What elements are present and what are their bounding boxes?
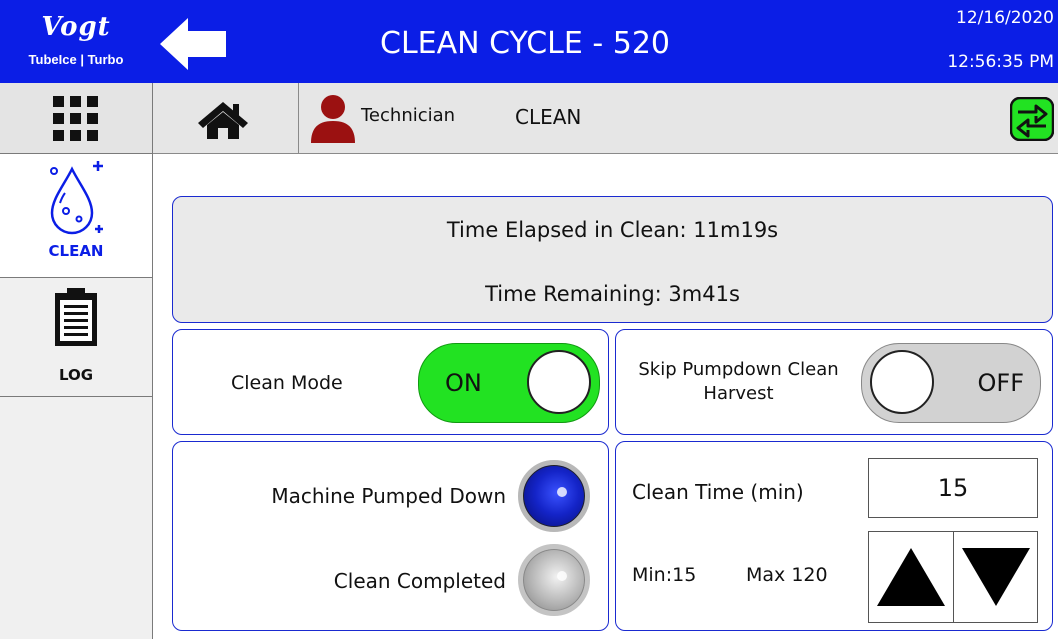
date-display: 12/16/2020 bbox=[956, 8, 1054, 28]
skip-pumpdown-state: OFF bbox=[977, 369, 1025, 397]
logo-brand: Vogt bbox=[41, 12, 111, 42]
switch-screen-button[interactable] bbox=[1009, 96, 1055, 142]
nav-label-clean: CLEAN bbox=[48, 242, 104, 260]
water-drop-icon bbox=[50, 161, 103, 235]
time-display: 12:56:35 PM bbox=[947, 52, 1054, 72]
clean-completed-label: Clean Completed bbox=[333, 569, 506, 593]
logo-tagline: TubeIce | Turbo bbox=[28, 52, 124, 67]
grid-menu-icon bbox=[53, 96, 98, 141]
clean-completed-indicator bbox=[518, 544, 590, 616]
clean-time-max: Max 120 bbox=[746, 564, 828, 586]
user-icon bbox=[311, 95, 355, 143]
page-title: CLEAN CYCLE - 520 bbox=[380, 26, 670, 61]
clean-mode-panel: Clean Mode ON bbox=[172, 329, 609, 435]
skip-pumpdown-label-line1: Skip Pumpdown Clean bbox=[638, 359, 839, 380]
home-button[interactable] bbox=[197, 101, 249, 139]
home-icon bbox=[198, 102, 248, 139]
nav-item-clean[interactable]: CLEAN bbox=[0, 154, 152, 278]
clean-time-min: Min:15 bbox=[632, 564, 697, 586]
user-role: Technician bbox=[361, 105, 456, 126]
back-arrow-button[interactable] bbox=[160, 18, 226, 70]
divider bbox=[298, 83, 299, 153]
clean-mode-state: ON bbox=[445, 369, 482, 397]
time-remaining: Time Remaining: 3m41s bbox=[485, 282, 740, 306]
clean-time-label: Clean Time (min) bbox=[632, 480, 804, 504]
swap-arrows-icon bbox=[1009, 96, 1055, 142]
skip-pumpdown-label-line2: Harvest bbox=[703, 383, 774, 404]
clean-time-input[interactable]: 15 bbox=[868, 458, 1038, 518]
machine-pumped-down-label: Machine Pumped Down bbox=[271, 484, 506, 508]
indicator-highlight bbox=[557, 571, 567, 581]
increase-button[interactable] bbox=[869, 532, 954, 622]
clean-time-stepper bbox=[868, 531, 1038, 623]
nav-item-log[interactable]: LOG bbox=[0, 278, 152, 397]
sub-header-bar: Technician CLEAN bbox=[153, 83, 1058, 154]
back-arrow-icon bbox=[160, 18, 226, 70]
pumped-down-indicator bbox=[518, 460, 590, 532]
skip-pumpdown-toggle[interactable]: OFF bbox=[861, 343, 1041, 423]
clean-timing-panel: Time Elapsed in Clean: 11m19s Time Remai… bbox=[172, 196, 1053, 323]
indicator-highlight bbox=[557, 487, 567, 497]
vogt-logo: Vogt TubeIce | Turbo bbox=[6, 12, 146, 72]
toggle-knob bbox=[870, 350, 934, 414]
clipboard-icon bbox=[55, 288, 97, 346]
clean-mode-label: Clean Mode bbox=[231, 372, 343, 394]
toggle-knob bbox=[527, 350, 591, 414]
status-panel: Machine Pumped Down Clean Completed bbox=[172, 441, 609, 631]
triangle-down-icon bbox=[962, 548, 1030, 606]
triangle-up-icon bbox=[877, 548, 945, 606]
menu-grid-button[interactable] bbox=[0, 83, 152, 154]
nav-label-log: LOG bbox=[58, 366, 94, 384]
clean-time-panel: Clean Time (min) 15 Min:15 Max 120 bbox=[615, 441, 1053, 631]
time-elapsed: Time Elapsed in Clean: 11m19s bbox=[446, 218, 779, 242]
current-mode: CLEAN bbox=[515, 105, 582, 129]
clean-mode-toggle[interactable]: ON bbox=[418, 343, 600, 423]
left-navigation: CLEAN LOG bbox=[0, 83, 153, 639]
decrease-button[interactable] bbox=[954, 532, 1038, 622]
header-bar: Vogt TubeIce | Turbo CLEAN CYCLE - 520 1… bbox=[0, 0, 1058, 83]
skip-pumpdown-label: Skip Pumpdown Clean Harvest bbox=[616, 358, 861, 406]
skip-pumpdown-panel: Skip Pumpdown Clean Harvest OFF bbox=[615, 329, 1053, 435]
